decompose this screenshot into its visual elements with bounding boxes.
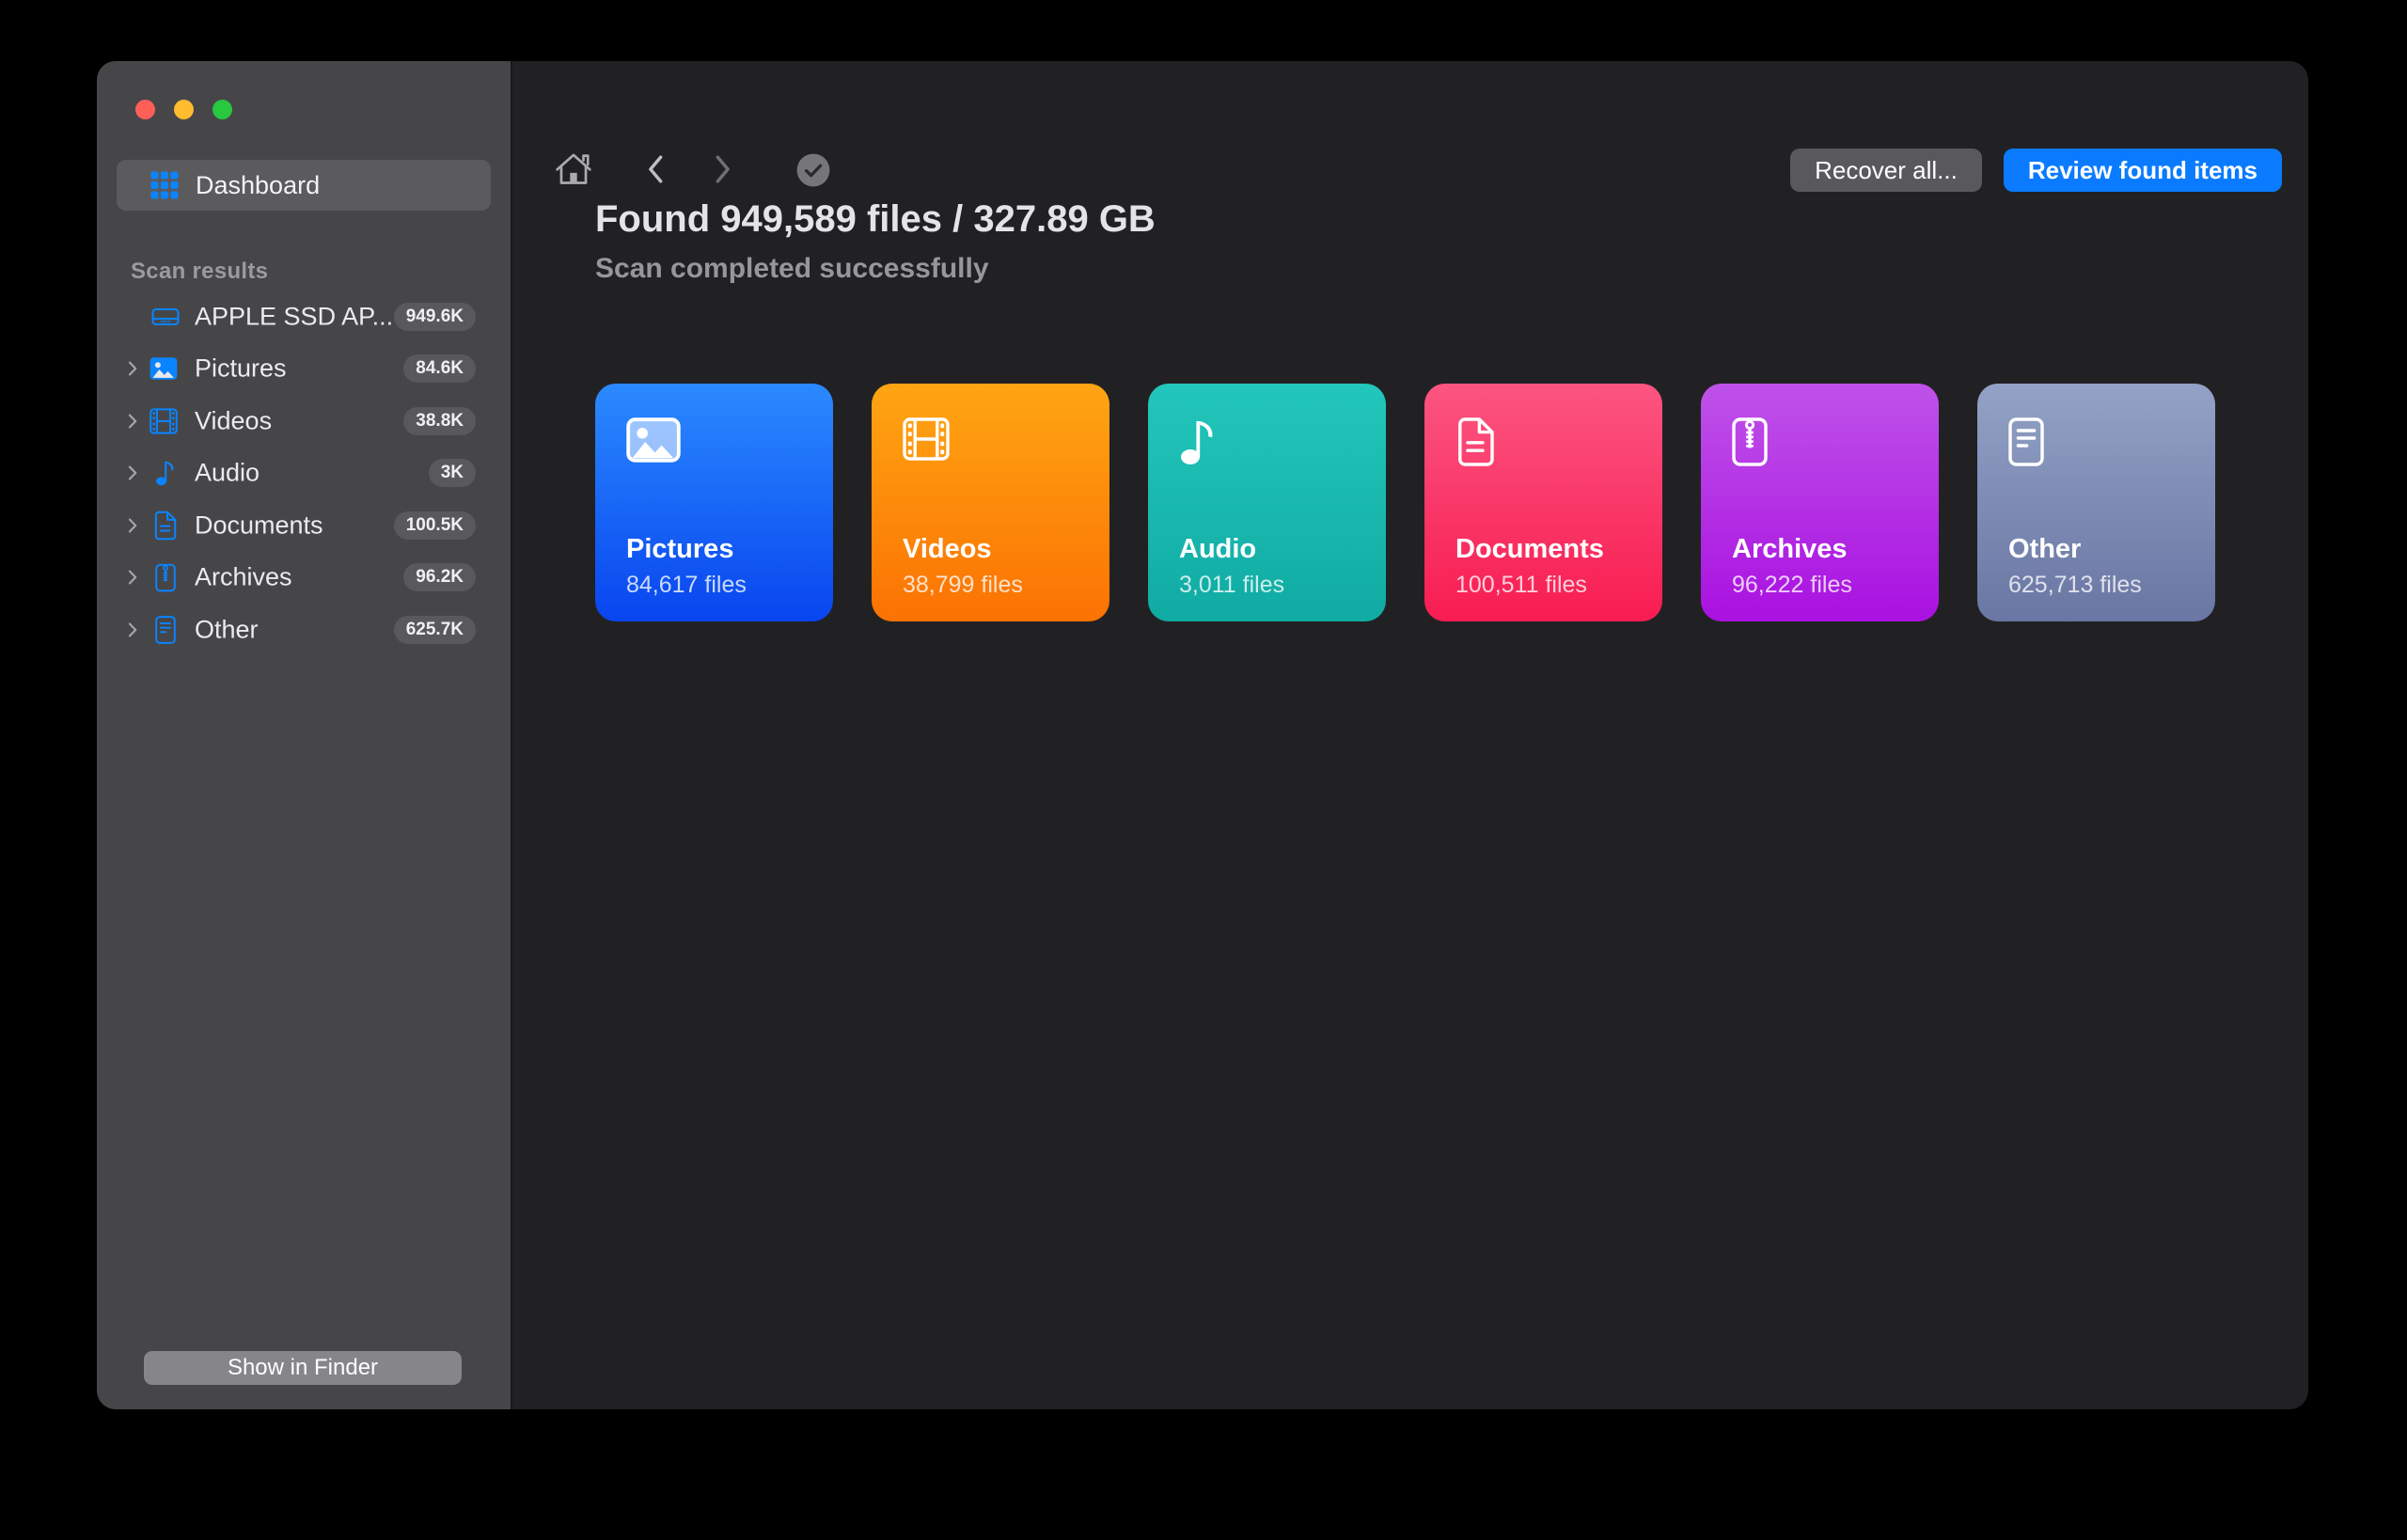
toolbar-actions: Recover all... Review found items	[1790, 149, 2282, 192]
card-videos[interactable]: Videos 38,799 files	[872, 384, 1109, 621]
card-title: Other	[2008, 534, 2081, 565]
photo-icon	[149, 357, 178, 381]
back-button[interactable]	[646, 154, 665, 184]
card-title: Pictures	[626, 534, 733, 565]
sidebar-item-label: Videos	[195, 406, 272, 435]
sidebar-item-label: Audio	[195, 459, 260, 488]
home-button[interactable]	[555, 150, 592, 188]
review-found-items-button[interactable]: Review found items	[2004, 149, 2282, 192]
photo-icon	[626, 417, 681, 463]
chevron-right-icon[interactable]	[128, 518, 137, 533]
close-button[interactable]	[135, 100, 155, 119]
card-title: Documents	[1455, 534, 1604, 565]
sidebar-item-archives[interactable]: Archives 96.2K	[97, 552, 511, 605]
chevron-right-icon[interactable]	[128, 570, 137, 585]
recover-all-button[interactable]: Recover all...	[1790, 149, 1982, 192]
sidebar-item-other[interactable]: Other 625.7K	[97, 604, 511, 656]
document-icon	[1455, 417, 1495, 466]
traffic-lights	[135, 100, 232, 119]
file-count-badge: 949.6K	[394, 303, 476, 331]
sidebar-item-label: Dashboard	[196, 171, 320, 200]
category-cards: Pictures 84,617 files Videos 38,799 fil	[595, 384, 2215, 621]
file-count-badge: 3K	[429, 459, 476, 487]
sidebar-item-videos[interactable]: Videos 38.8K	[97, 395, 511, 448]
card-title: Archives	[1732, 534, 1848, 565]
zoom-button[interactable]	[212, 100, 232, 119]
sidebar-item-drive[interactable]: APPLE SSD AP... 949.6K	[97, 291, 511, 343]
grid-icon	[150, 171, 179, 199]
film-strip-icon	[149, 408, 178, 434]
sidebar-item-label: Archives	[195, 563, 292, 592]
card-file-count: 38,799 files	[903, 572, 1023, 599]
card-audio[interactable]: Audio 3,011 files	[1148, 384, 1386, 621]
lines-document-icon	[155, 616, 176, 644]
sidebar-item-pictures[interactable]: Pictures 84.6K	[97, 343, 511, 396]
sidebar-item-label: Pictures	[195, 354, 287, 384]
card-title: Audio	[1179, 534, 1256, 565]
forward-button[interactable]	[714, 154, 732, 184]
sidebar-item-label: Documents	[195, 511, 323, 540]
card-file-count: 84,617 files	[626, 572, 747, 599]
file-count-badge: 625.7K	[394, 616, 476, 644]
file-count-badge: 84.6K	[403, 354, 476, 383]
card-file-count: 625,713 files	[2008, 572, 2142, 599]
card-documents[interactable]: Documents 100,511 files	[1424, 384, 1662, 621]
drive-icon	[151, 306, 180, 327]
card-file-count: 100,511 files	[1455, 572, 1587, 599]
card-other[interactable]: Other 625,713 files	[1977, 384, 2215, 621]
chevron-right-icon[interactable]	[128, 622, 137, 637]
zip-archive-icon	[1732, 416, 1768, 466]
scan-results-section-label: Scan results	[131, 259, 268, 285]
show-in-finder-button[interactable]: Show in Finder	[144, 1351, 462, 1385]
card-archives[interactable]: Archives 96,222 files	[1701, 384, 1939, 621]
drive-label: APPLE SSD AP...	[195, 302, 393, 331]
document-icon	[153, 511, 177, 540]
file-count-badge: 96.2K	[403, 563, 476, 591]
minimize-button[interactable]	[174, 100, 194, 119]
page-title: Found 949,589 files / 327.89 GB	[595, 196, 1156, 242]
film-strip-icon	[903, 417, 950, 461]
card-pictures[interactable]: Pictures 84,617 files	[595, 384, 833, 621]
chevron-right-icon[interactable]	[128, 361, 137, 376]
main-content: Recover all... Review found items Found …	[512, 61, 2308, 1409]
card-title: Videos	[903, 534, 992, 565]
chevron-right-icon[interactable]	[128, 465, 137, 480]
sidebar-item-dashboard[interactable]: Dashboard	[117, 160, 491, 211]
chevron-right-icon[interactable]	[128, 414, 137, 429]
scan-status-text: Scan completed successfully	[595, 253, 989, 285]
music-note-icon	[1179, 417, 1217, 466]
sidebar-item-label: Other	[195, 615, 259, 644]
card-file-count: 96,222 files	[1732, 572, 1852, 599]
checkmark-circle-icon[interactable]	[795, 152, 831, 188]
sidebar: Dashboard Scan results APPLE SSD AP... 9…	[97, 61, 512, 1409]
app-window: Dashboard Scan results APPLE SSD AP... 9…	[97, 61, 2308, 1409]
scan-results-list: APPLE SSD AP... 949.6K Pictures 84.6K	[97, 291, 511, 656]
file-count-badge: 100.5K	[394, 511, 476, 540]
sidebar-item-documents[interactable]: Documents 100.5K	[97, 499, 511, 552]
card-file-count: 3,011 files	[1179, 572, 1284, 599]
file-count-badge: 38.8K	[403, 407, 476, 435]
music-note-icon	[155, 460, 176, 487]
sidebar-item-audio[interactable]: Audio 3K	[97, 448, 511, 500]
lines-document-icon	[2008, 417, 2044, 466]
zip-archive-icon	[155, 563, 176, 592]
